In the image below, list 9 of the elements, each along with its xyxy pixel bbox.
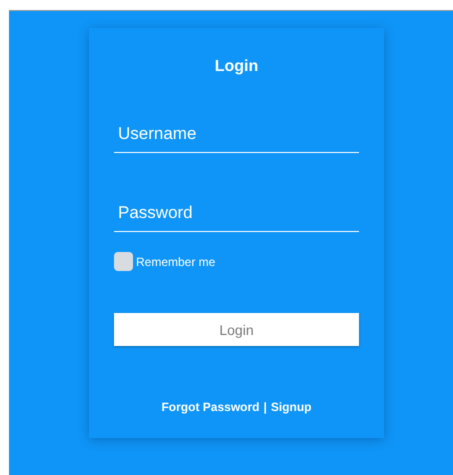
login-title: Login (214, 58, 258, 76)
footer-link[interactable]: Forgot Password (161, 400, 260, 414)
remember-checkbox[interactable] (114, 252, 133, 271)
remember-label: Remember me (136, 254, 216, 268)
separator: | (263, 400, 267, 414)
input-field[interactable]: Username (114, 124, 359, 153)
login-button[interactable]: Login (114, 313, 359, 346)
footer-link[interactable]: Signup (270, 400, 312, 414)
input-field[interactable]: Password (114, 203, 359, 232)
